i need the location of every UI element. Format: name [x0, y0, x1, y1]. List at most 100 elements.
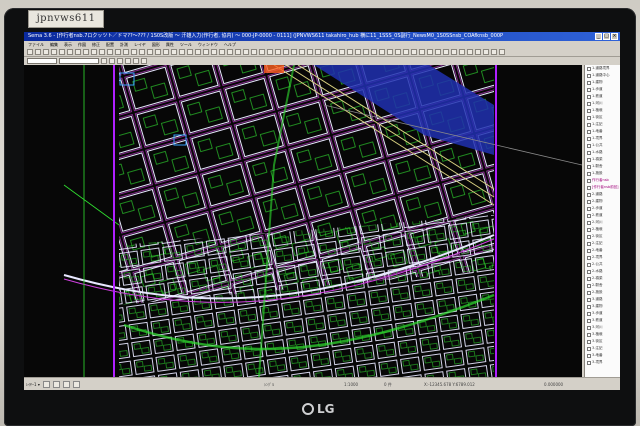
tool-icon[interactable]	[171, 49, 177, 55]
layer-row[interactable]: 1-水路	[585, 149, 620, 156]
tool-icon[interactable]	[35, 49, 41, 55]
tool-icon[interactable]	[371, 49, 377, 55]
layer-checkbox[interactable]	[587, 283, 591, 288]
layer-checkbox[interactable]	[587, 206, 591, 211]
tool-icon[interactable]	[99, 49, 105, 55]
tool-icon[interactable]	[163, 49, 169, 55]
layer-row[interactable]: 1-道路中心	[585, 72, 620, 79]
layer-row[interactable]: 3-境界	[585, 359, 620, 366]
layer-checkbox[interactable]	[587, 276, 591, 281]
layer-row[interactable]: 2-公共	[585, 261, 620, 268]
tool-icon[interactable]	[475, 49, 481, 55]
tool-icon[interactable]	[307, 49, 313, 55]
tool-icon[interactable]	[109, 58, 115, 64]
layer-row[interactable]: 1-街区	[585, 114, 620, 121]
tool-icon[interactable]	[117, 58, 123, 64]
layer-checkbox[interactable]	[587, 360, 591, 365]
layer-checkbox[interactable]	[587, 150, 591, 155]
menu-item-edit[interactable]: 編集	[50, 41, 58, 48]
menu-item-place[interactable]: 配置	[106, 41, 114, 48]
layer-checkbox[interactable]	[587, 157, 591, 162]
tool-icon[interactable]	[387, 49, 393, 55]
tool-icon[interactable]	[51, 49, 57, 55]
layer-checkbox[interactable]	[587, 171, 591, 176]
tool-icon[interactable]	[147, 49, 153, 55]
layer-checkbox[interactable]	[587, 122, 591, 127]
layer-checkbox[interactable]	[587, 234, 591, 239]
layer-row[interactable]: 1-境界	[585, 135, 620, 142]
layer-row[interactable]: 2-注記	[585, 240, 620, 247]
tool-icon[interactable]	[451, 49, 457, 55]
layer-checkbox[interactable]	[587, 339, 591, 344]
tool-icon[interactable]	[275, 49, 281, 55]
layer-row[interactable]: 2-施設	[585, 289, 620, 296]
maximize-button[interactable]: □	[603, 33, 610, 40]
tool-icon[interactable]	[339, 49, 345, 55]
layer-checkbox[interactable]	[587, 178, 591, 183]
layer-select[interactable]	[27, 58, 57, 64]
tool-icon[interactable]	[59, 49, 65, 55]
menu-item-modify[interactable]: 修正	[92, 41, 100, 48]
layer-row[interactable]: 2-水路	[585, 268, 620, 275]
layer-checkbox[interactable]	[587, 332, 591, 337]
menu-item-measure[interactable]: 計測	[120, 41, 128, 48]
tool-icon[interactable]	[67, 49, 73, 55]
snap-icon[interactable]	[42, 381, 50, 388]
tool-icon[interactable]	[133, 58, 139, 64]
layer-status[interactable]: ﾚｲﾔｰ1 ▾	[26, 382, 40, 388]
layer-row[interactable]: 1-公共	[585, 142, 620, 149]
layer-row[interactable]: 3-建物	[585, 303, 620, 310]
layer-row[interactable]: 1-河川	[585, 100, 620, 107]
layer-checkbox[interactable]	[587, 353, 591, 358]
menu-item-window[interactable]: ウィンドウ	[198, 41, 218, 48]
tool-icon[interactable]	[139, 49, 145, 55]
menu-item-tools[interactable]: ツール	[180, 41, 192, 48]
tool-icon[interactable]	[107, 49, 113, 55]
tool-icon[interactable]	[427, 49, 433, 55]
layer-row[interactable]: 2-境界	[585, 254, 620, 261]
layer-row[interactable]: 3-歩道	[585, 310, 620, 317]
tool-icon[interactable]	[411, 49, 417, 55]
tool-icon[interactable]	[267, 49, 273, 55]
menu-item-attribute[interactable]: 属性	[166, 41, 174, 48]
tool-icon[interactable]	[331, 49, 337, 55]
layer-row[interactable]: 1-歩道	[585, 86, 620, 93]
layer-checkbox[interactable]	[587, 185, 591, 190]
layer-checkbox[interactable]	[587, 346, 591, 351]
tool-icon[interactable]	[395, 49, 401, 55]
layer-row[interactable]: 1-駅舎	[585, 163, 620, 170]
menu-item-help[interactable]: ヘルプ	[224, 41, 236, 48]
tool-icon[interactable]	[227, 49, 233, 55]
grid-icon[interactable]	[52, 381, 60, 388]
layer-checkbox[interactable]	[587, 129, 591, 134]
tool-icon[interactable]	[347, 49, 353, 55]
layer-row[interactable]: 1-注記	[585, 121, 620, 128]
layer-row[interactable]: 3-植栽	[585, 331, 620, 338]
tool-icon[interactable]	[291, 49, 297, 55]
layer-row[interactable]: 3-河川	[585, 324, 620, 331]
layer-checkbox[interactable]	[587, 311, 591, 316]
layer-row[interactable]: 2-街区	[585, 233, 620, 240]
tool-icon[interactable]	[91, 49, 97, 55]
menu-item-file[interactable]: ファイル	[28, 41, 44, 48]
style-select[interactable]	[59, 58, 99, 64]
tool-icon[interactable]	[219, 49, 225, 55]
layer-checkbox[interactable]	[587, 115, 591, 120]
layer-checkbox[interactable]	[587, 66, 591, 71]
ortho-icon[interactable]	[62, 381, 70, 388]
tool-icon[interactable]	[299, 49, 305, 55]
tool-icon[interactable]	[83, 49, 89, 55]
layer-row[interactable]: 3-道路	[585, 296, 620, 303]
layer-checkbox[interactable]	[587, 241, 591, 246]
layer-checkbox[interactable]	[587, 269, 591, 274]
layer-row[interactable]: 3-街区	[585, 338, 620, 345]
tool-icon[interactable]	[203, 49, 209, 55]
layer-checkbox[interactable]	[587, 262, 591, 267]
tool-icon[interactable]	[283, 49, 289, 55]
tool-icon[interactable]	[43, 49, 49, 55]
menu-item-view[interactable]: 表示	[64, 41, 72, 48]
layer-checkbox[interactable]	[587, 101, 591, 106]
layer-row[interactable]: [作行者nsb前回]	[585, 184, 620, 191]
layer-row[interactable]: 1-道路境界	[585, 65, 620, 72]
menu-item-draw[interactable]: 作図	[78, 41, 86, 48]
